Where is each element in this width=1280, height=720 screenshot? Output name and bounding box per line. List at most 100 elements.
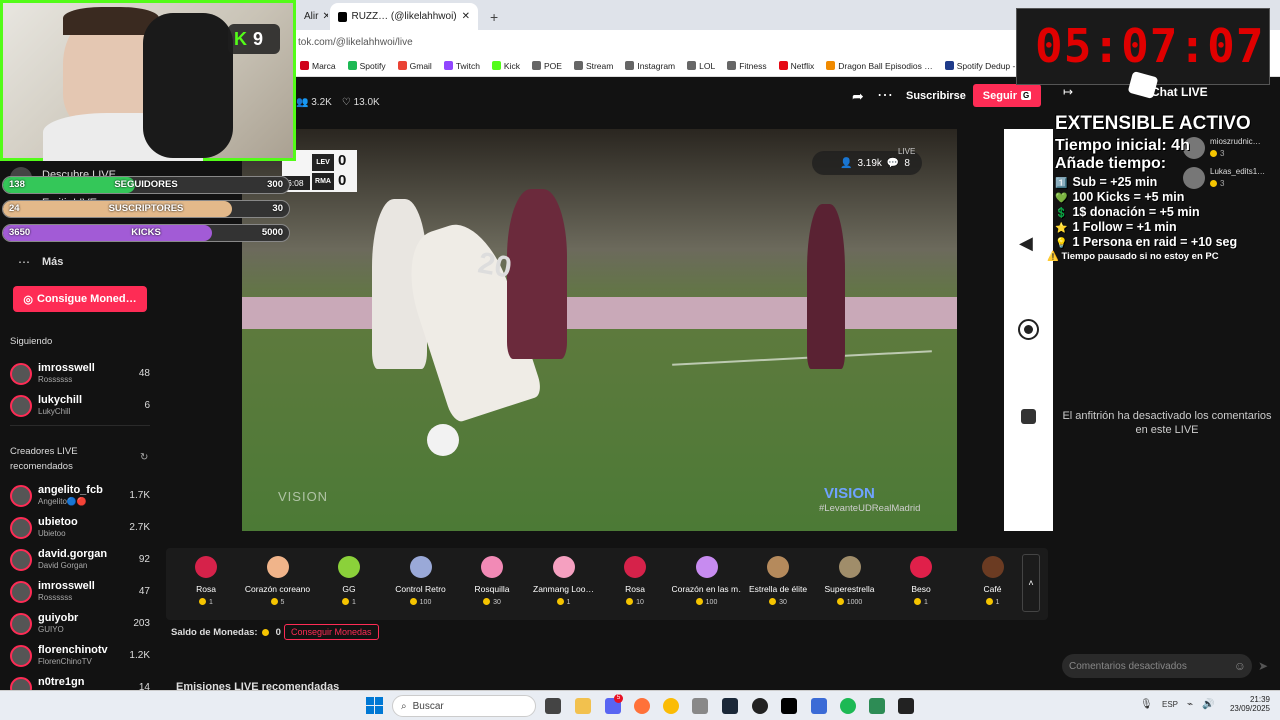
file-explorer-icon[interactable] (575, 698, 591, 714)
close-icon[interactable]: ✕ (322, 11, 328, 22)
sidebar-more[interactable]: Más (42, 256, 63, 268)
bookmark-item[interactable]: Instagram (625, 61, 675, 71)
gift-item[interactable]: Rosquilla 30 (457, 548, 527, 620)
notepad-icon[interactable] (869, 698, 885, 714)
gift-icon (552, 556, 575, 578)
sidebar-item-recommended[interactable]: florenchinotv FlorenChinoTV 1.2K (10, 643, 150, 671)
chat-back-icon[interactable]: ↦ (1063, 85, 1073, 99)
sidebar-item-recommended[interactable]: ubietoo Ubietoo 2.7K (10, 515, 150, 543)
gift-price: 1000 (815, 598, 885, 606)
taskbar-search[interactable]: ⌕ Buscar (392, 695, 536, 717)
home-icon[interactable] (1018, 319, 1039, 340)
gift-item[interactable]: Café 1 (958, 548, 1028, 620)
sidebar-item-recommended[interactable]: david.gorgan David Gorgan 92 (10, 547, 150, 575)
rule-icon: 💚 (1055, 193, 1068, 204)
rule-text: 100 Kicks = +5 min (1072, 190, 1185, 204)
gift-item[interactable]: Rosa 10 (600, 548, 670, 620)
back-icon[interactable]: ◀ (1019, 233, 1033, 254)
sidebar-item-recommended[interactable]: guiyobr GUIYO 203 (10, 611, 150, 639)
chrome-icon[interactable] (663, 698, 679, 714)
obs-icon[interactable] (752, 698, 768, 714)
goal-target: 30 (272, 203, 283, 214)
broadcast-viewers: 3.19k (857, 157, 882, 169)
coin-icon (409, 598, 417, 605)
bookmark-item[interactable]: Spotify (347, 61, 386, 71)
language-indicator[interactable]: ESP (1162, 700, 1178, 709)
browser-tab-2-active[interactable]: RUZZ… (@likelahhwoi) est ✕ (330, 3, 478, 30)
follow-button[interactable]: Seguir G (973, 84, 1041, 107)
channel-name: ubietoo (38, 516, 78, 528)
sidebar-item-following[interactable]: imrosswell Rossssss 48 (10, 361, 150, 389)
coin-icon (626, 598, 634, 605)
gift-price-value: 1 (352, 599, 356, 606)
bookmark-item[interactable]: Twitch (443, 60, 480, 71)
browser-tab-1[interactable]: Alir ✕ (296, 3, 328, 30)
gift-item[interactable]: Estrella de élite 30 (743, 548, 813, 620)
sidebar-item-recommended[interactable]: imrosswell Rossssss 47 (10, 579, 150, 607)
volume-icon[interactable]: 🔊 (1202, 699, 1214, 710)
spotify-icon[interactable] (840, 698, 856, 714)
kick-follow-widget: K 9 (228, 24, 280, 54)
app-icon[interactable] (692, 698, 708, 714)
get-coins-button[interactable]: ◎ Consigue Moned… (13, 286, 147, 312)
refresh-icon[interactable]: ↻ (140, 452, 148, 463)
bookmark-label: Dragon Ball Episodios … (838, 60, 933, 71)
bookmark-item[interactable]: Gmail (397, 61, 432, 71)
more-options-icon[interactable]: ⋯ (877, 85, 893, 105)
share-icon[interactable]: ➦ (852, 88, 864, 105)
viewers-count: 3.2K (311, 97, 332, 108)
bookmark-item[interactable]: POE (531, 61, 562, 71)
bookmark-item[interactable]: Netflix (778, 61, 814, 71)
tiktok-app-icon[interactable] (781, 698, 797, 714)
gift-item[interactable]: Superestrella 1000 (815, 548, 885, 620)
firefox-icon[interactable] (634, 698, 650, 714)
sidebar-item-recommended[interactable]: angelito_fcb Angelito🔵🔴 1.7K (10, 483, 150, 511)
subscribe-button[interactable]: Suscribirse (906, 90, 966, 102)
gift-icon (624, 556, 646, 578)
sidebar-item-following[interactable]: lukychill LukyChill 6 (10, 393, 150, 421)
steam-icon[interactable] (722, 698, 738, 714)
mic-icon[interactable]: 🎙 (1140, 699, 1153, 710)
divider (10, 425, 150, 426)
coin-icon (769, 598, 777, 605)
gift-item[interactable]: GG 1 (314, 548, 384, 620)
windows-start-icon[interactable] (366, 697, 383, 714)
chat-input[interactable]: Comentarios desactivados ☺ (1062, 654, 1252, 678)
new-tab-button[interactable]: + (482, 3, 502, 30)
coin-icon (483, 598, 491, 605)
bookmark-item[interactable]: Dragon Ball Episodios … (826, 61, 933, 71)
bookmark-item[interactable]: Fitness (727, 61, 767, 71)
video-player[interactable]: 20 LEV RMA 0 0 06:08 👤 3.19k 💬 8 LIVE VI… (242, 129, 957, 531)
gift-price-value: 1000 (846, 599, 863, 606)
close-icon[interactable]: ✕ (462, 11, 470, 22)
recents-icon[interactable] (1021, 409, 1036, 424)
gift-item[interactable]: Corazón coreano 5 (243, 548, 313, 620)
bookmark-label: Twitch (455, 60, 480, 71)
get-coins-link[interactable]: Conseguir Monedas (284, 624, 379, 640)
bookmark-item[interactable]: Marca (300, 61, 336, 71)
channel-subname: LukyChill (38, 407, 71, 416)
task-view-icon[interactable] (545, 698, 561, 714)
app-icon-2[interactable] (811, 698, 827, 714)
avatar (10, 363, 32, 385)
epic-games-icon[interactable] (898, 698, 914, 714)
bookmark-item[interactable]: Kick (491, 61, 520, 71)
gift-price-value: 10 (636, 599, 644, 606)
wallet: Saldo de Monedas: 0 (171, 627, 281, 638)
gift-item[interactable]: Corazón en las m… 100 (672, 548, 742, 620)
gift-item[interactable]: Control Retro 100 (386, 548, 456, 620)
send-icon[interactable]: ➤ (1258, 659, 1268, 673)
gift-name: Estrella de élite (748, 584, 808, 594)
clock[interactable]: 21:39 23/09/2025 (1224, 695, 1270, 713)
gift-name: Control Retro (395, 584, 446, 594)
bookmark-item[interactable]: LOL (687, 61, 715, 71)
emoji-icon[interactable]: ☺ (1234, 659, 1246, 673)
gift-item[interactable]: Beso 1 (886, 548, 956, 620)
gift-item[interactable]: Zanmang Loo… 1 (529, 548, 599, 620)
goal-bar: 138 SEGUIDORES 300 (2, 176, 290, 194)
network-icon[interactable]: ⌁ (1187, 699, 1193, 710)
expand-gifts-button[interactable]: ˄ (1022, 554, 1040, 612)
gift-price-value: 30 (493, 599, 501, 606)
gift-item[interactable]: Rosa 1 (171, 548, 241, 620)
bookmark-item[interactable]: Stream (573, 61, 613, 71)
